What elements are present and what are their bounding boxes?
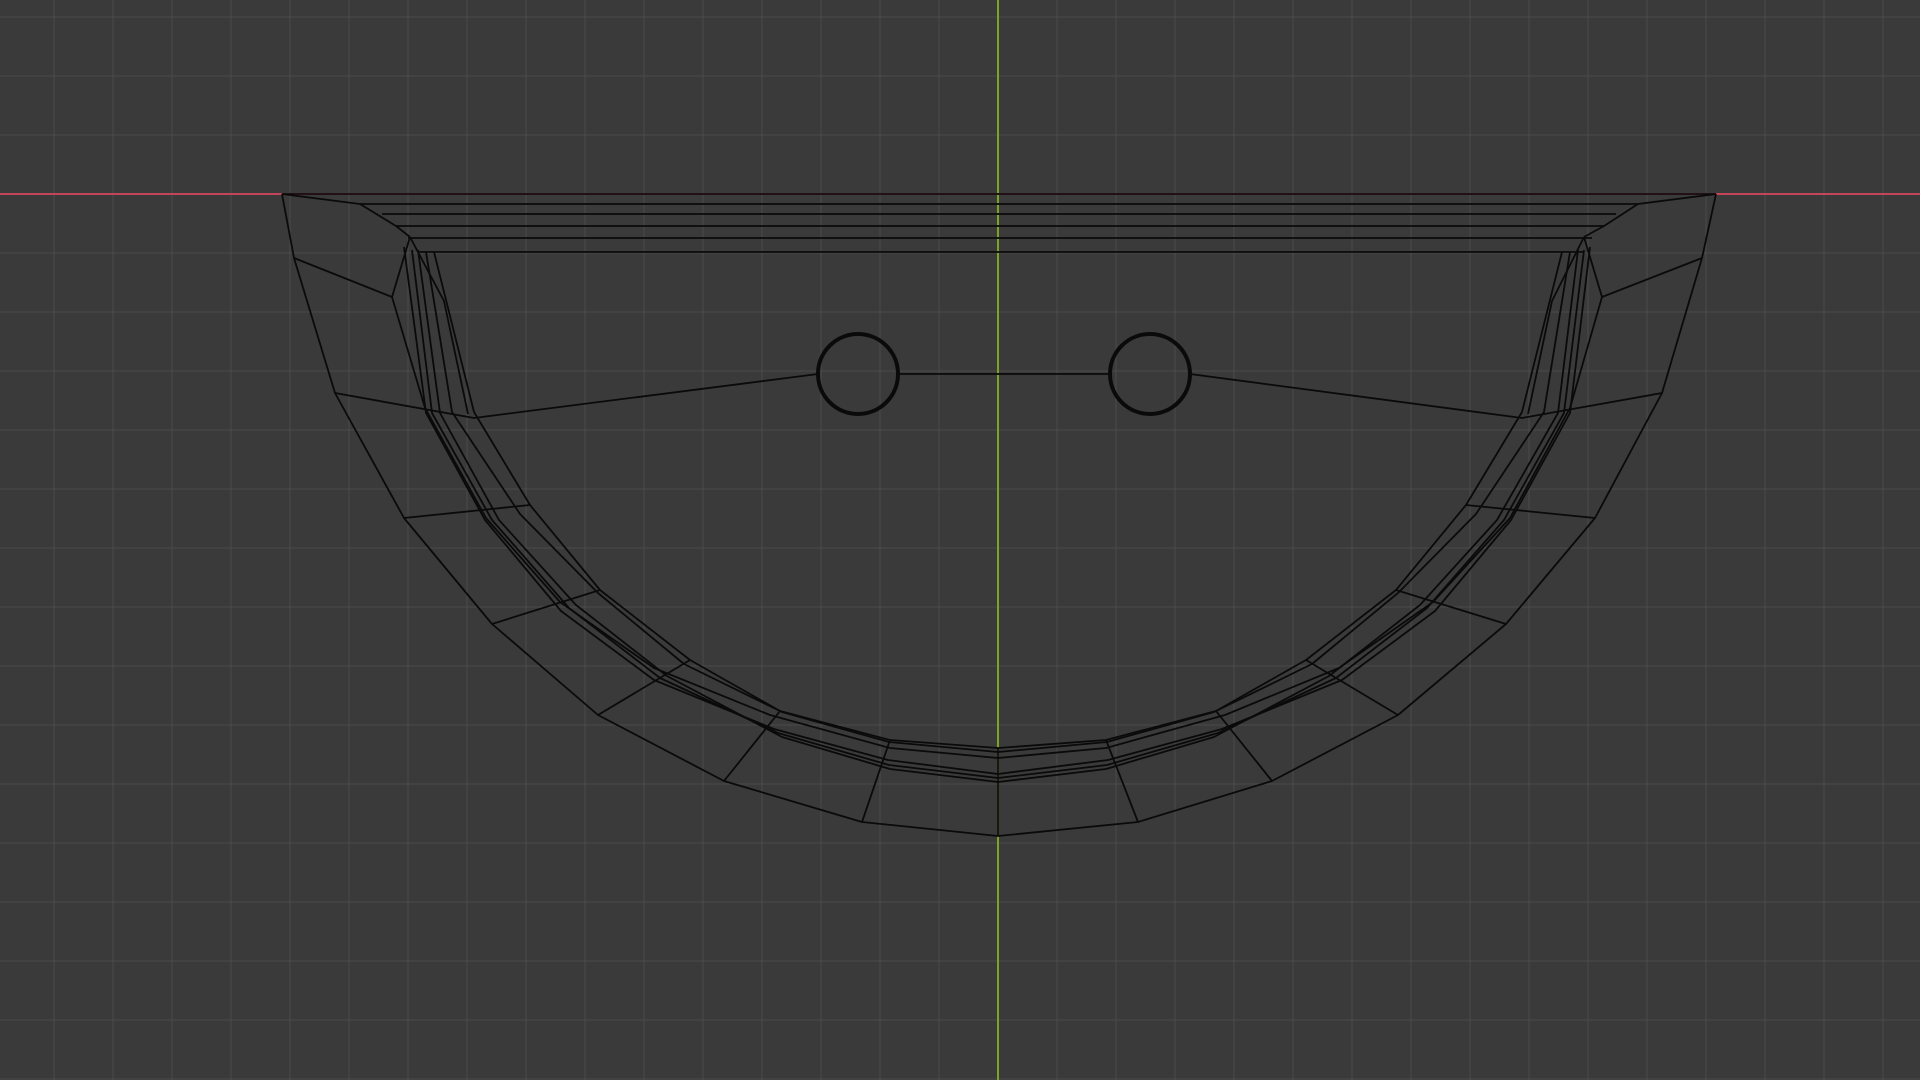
3d-viewport[interactable] (0, 0, 1920, 1080)
viewport-canvas[interactable] (0, 0, 1920, 1080)
viewport-background (0, 0, 1920, 1080)
